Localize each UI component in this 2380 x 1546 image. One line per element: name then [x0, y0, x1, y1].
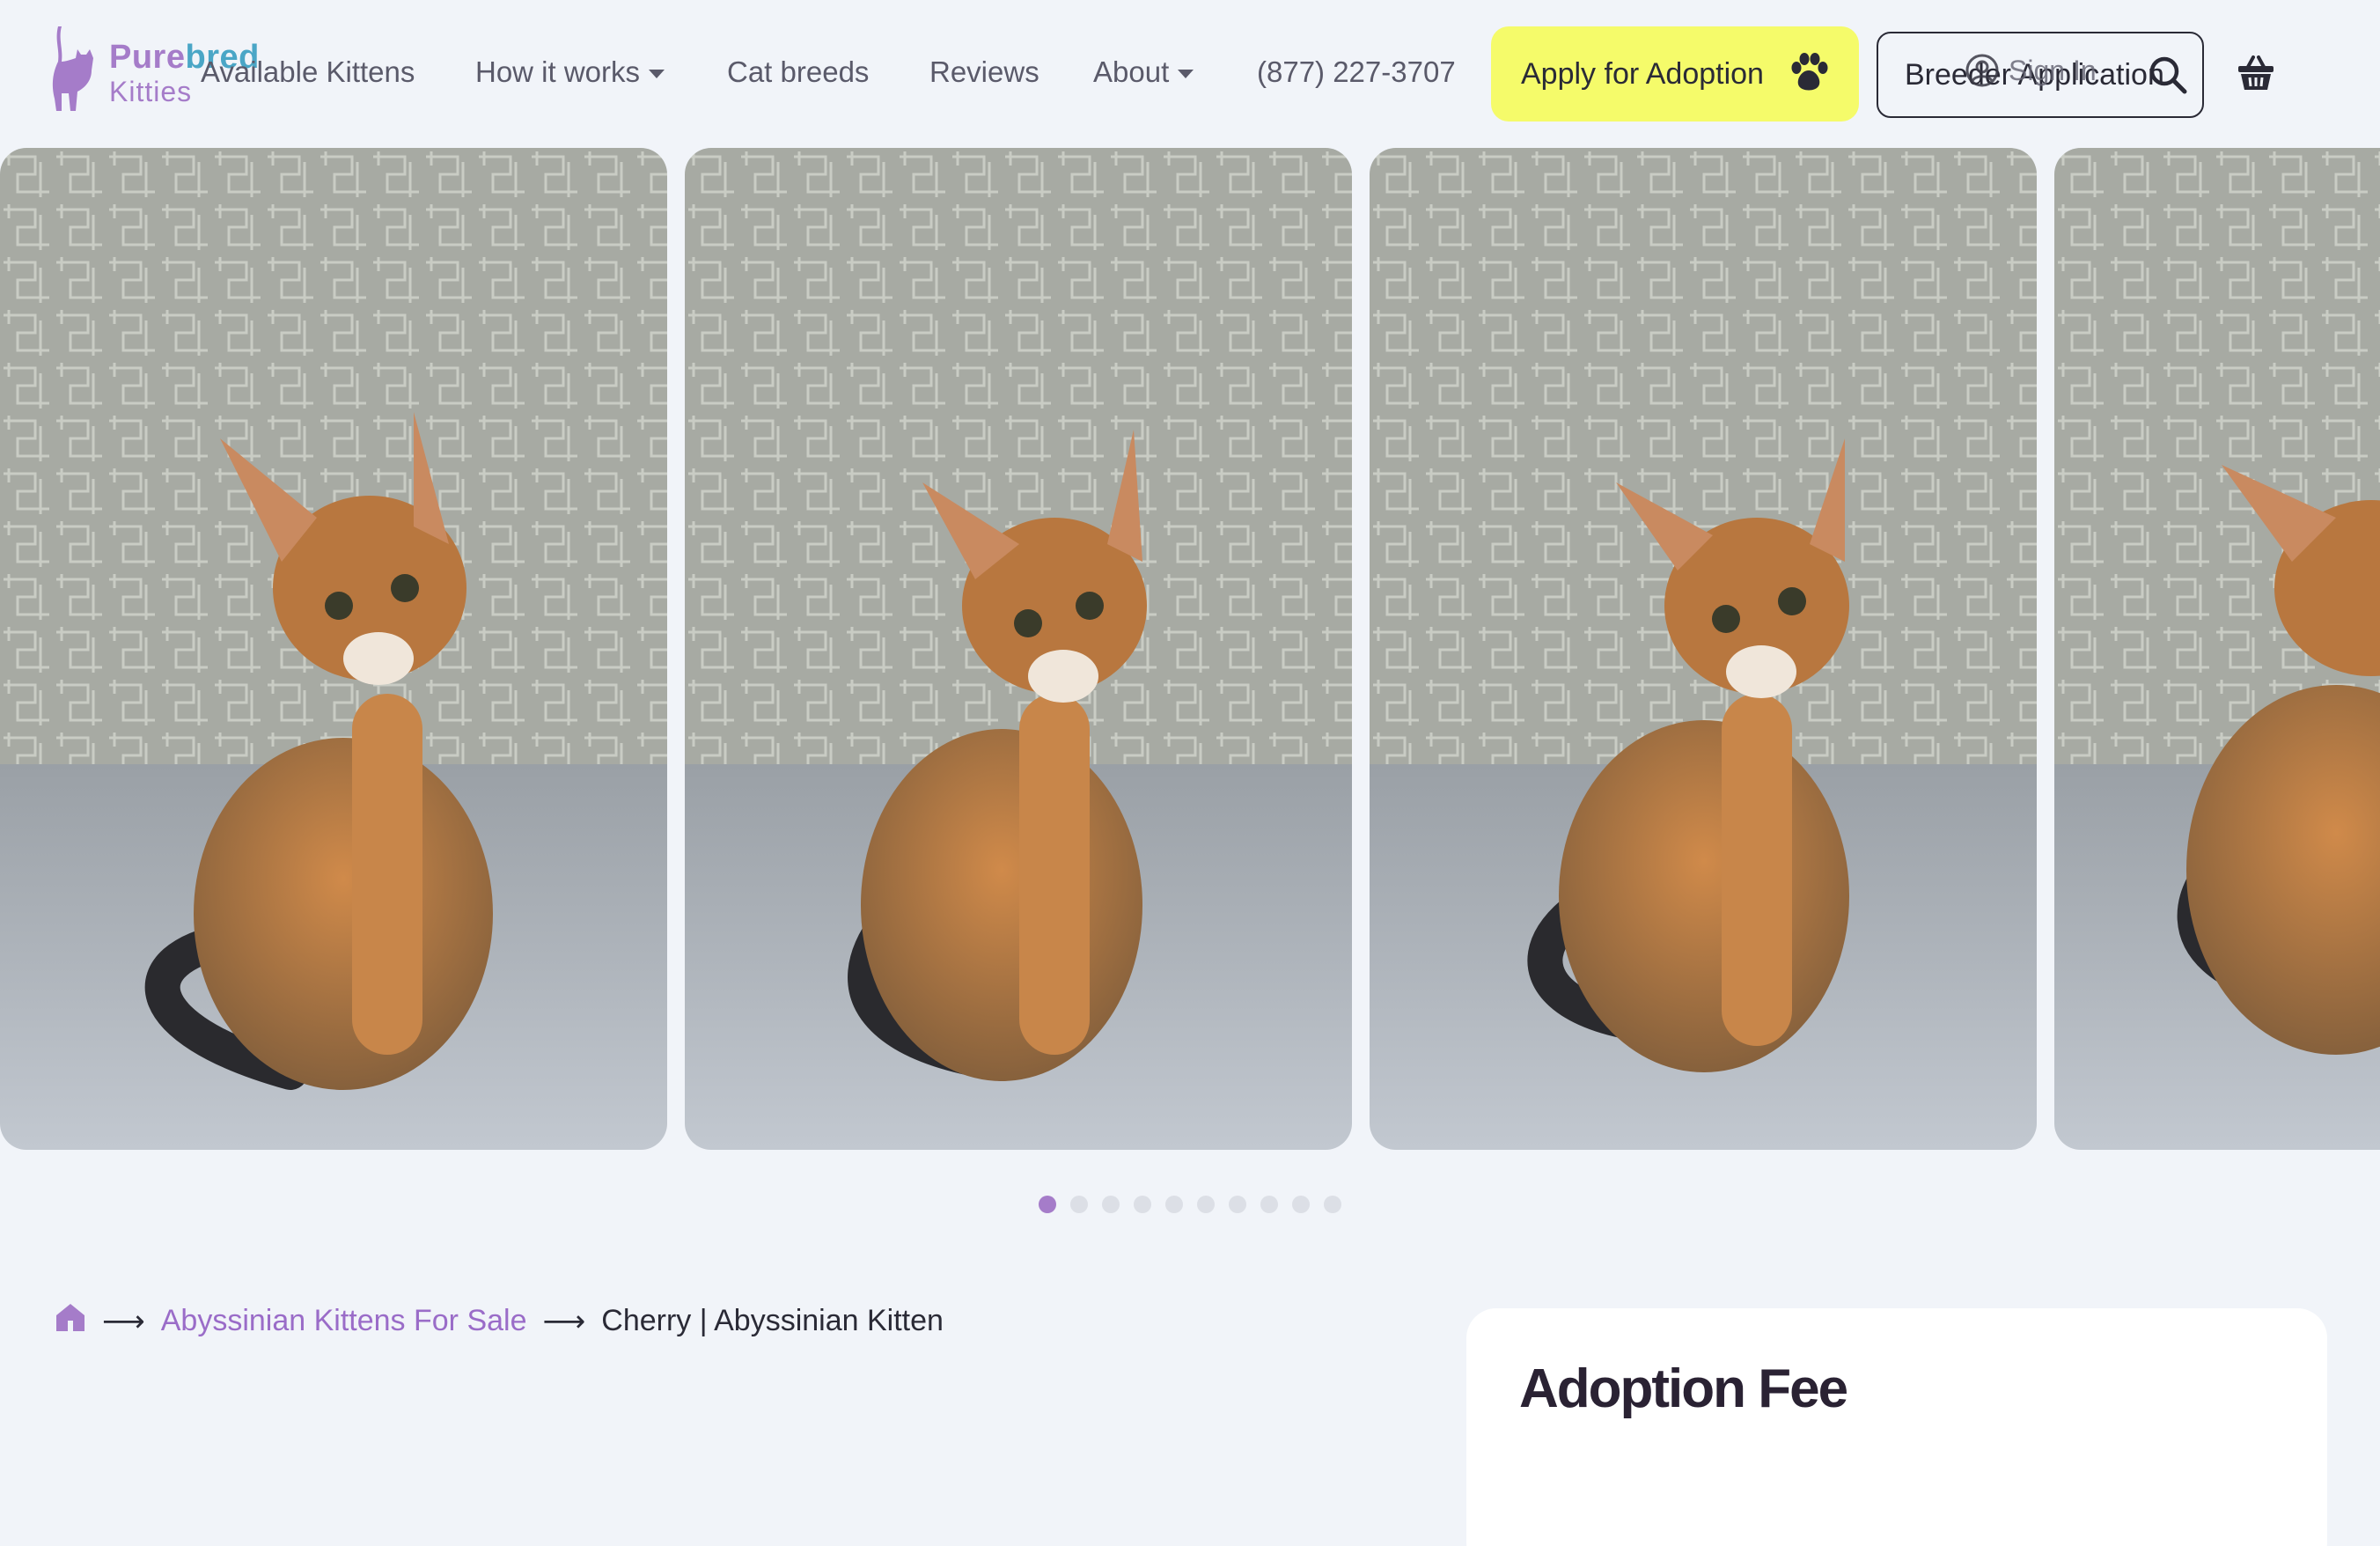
arrow-right-icon: ⟶ — [542, 1304, 586, 1338]
brand-subname: Kitties — [109, 76, 193, 107]
pagination-dot-4[interactable] — [1134, 1196, 1151, 1213]
chevron-down-icon — [649, 70, 665, 79]
pagination-dot-2[interactable] — [1070, 1196, 1088, 1213]
kitten-photo — [1370, 148, 2037, 1150]
breadcrumb-current: Cherry | Abyssinian Kitten — [601, 1304, 944, 1337]
nav-about-label: About — [1093, 55, 1170, 88]
pagination-dot-6[interactable] — [1197, 1196, 1215, 1213]
nav-how-it-works-label: How it works — [475, 55, 641, 88]
basket-icon — [2238, 55, 2273, 90]
pagination-dot-8[interactable] — [1260, 1196, 1278, 1213]
search-icon — [2149, 56, 2187, 94]
nav-how-it-works[interactable]: How it works — [475, 55, 665, 90]
kitten-photo-gallery[interactable] — [0, 148, 2380, 1150]
apply-for-adoption-button[interactable]: Apply for Adoption — [1491, 26, 1859, 121]
gallery-slide[interactable] — [685, 148, 1352, 1150]
kitten-photo — [2054, 148, 2380, 1150]
gallery-pagination — [1039, 1196, 1341, 1213]
brand-name: Pure — [109, 39, 186, 76]
pagination-dot-10[interactable] — [1324, 1196, 1341, 1213]
pagination-dot-9[interactable] — [1292, 1196, 1310, 1213]
chevron-down-icon — [1178, 70, 1194, 79]
sign-in-link[interactable]: Sign In — [1965, 53, 2097, 88]
pagination-dot-3[interactable] — [1102, 1196, 1120, 1213]
user-icon — [1965, 54, 1999, 87]
gallery-slide[interactable] — [0, 148, 667, 1150]
home-icon — [56, 1304, 84, 1331]
paw-icon — [1791, 53, 1828, 91]
sign-in-label: Sign In — [2009, 54, 2097, 86]
nav-cat-breeds[interactable]: Cat breeds — [727, 55, 869, 90]
pagination-dot-1[interactable] — [1039, 1196, 1056, 1213]
nav-about[interactable]: About — [1093, 55, 1194, 90]
apply-button-label: Apply for Adoption — [1521, 56, 1764, 91]
cart-button[interactable] — [2236, 53, 2276, 98]
site-header: Purebred Kitties Available Kittens How i… — [0, 0, 2380, 146]
kitten-photo — [0, 148, 667, 1150]
arrow-right-icon: ⟶ — [102, 1304, 145, 1338]
adoption-fee-card: Adoption Fee — [1466, 1308, 2327, 1546]
pagination-dot-7[interactable] — [1229, 1196, 1246, 1213]
breadcrumb-category-link[interactable]: Abyssinian Kittens For Sale — [161, 1304, 527, 1338]
adoption-fee-title: Adoption Fee — [1519, 1358, 1848, 1419]
nav-reviews[interactable]: Reviews — [929, 55, 1039, 90]
gallery-slide[interactable] — [2054, 148, 2380, 1150]
kitten-photo — [685, 148, 1352, 1150]
phone-link[interactable]: (877) 227-3707 — [1257, 55, 1456, 90]
nav-available-kittens[interactable]: Available Kittens — [201, 55, 415, 90]
search-button[interactable] — [2148, 55, 2188, 99]
gallery-slide[interactable] — [1370, 148, 2037, 1150]
breadcrumb: ⟶ Abyssinian Kittens For Sale ⟶ Cherry |… — [55, 1301, 944, 1341]
breadcrumb-home[interactable] — [55, 1301, 86, 1341]
pagination-dot-5[interactable] — [1165, 1196, 1183, 1213]
cat-logo-icon — [52, 26, 93, 111]
